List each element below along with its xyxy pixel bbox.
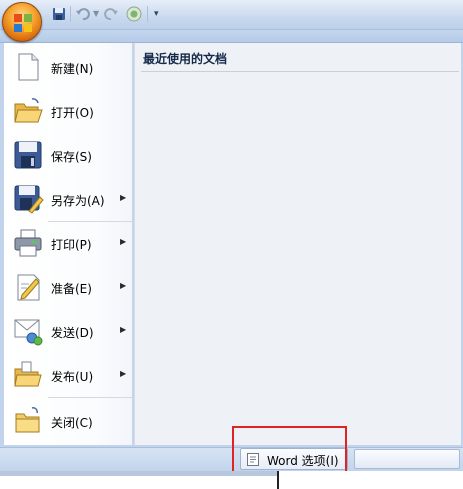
undo-dropdown-icon[interactable]: ▼ — [93, 4, 101, 24]
printer-icon — [14, 229, 42, 257]
menu-item-save[interactable]: 保存(S) — [4, 135, 133, 175]
menu-item-label: 保存(S) — [51, 150, 92, 164]
save-as-icon — [14, 185, 44, 214]
menu-separator — [48, 221, 132, 222]
menu-item-new[interactable]: 新建(N) — [4, 47, 133, 87]
submenu-arrow-icon: ▶ — [120, 369, 127, 378]
word-options-icon — [247, 453, 259, 466]
submenu-arrow-icon: ▶ — [120, 325, 127, 334]
quick-save-icon[interactable] — [52, 4, 66, 24]
quick-action-circle-icon[interactable] — [126, 4, 142, 24]
office-logo-icon — [14, 14, 32, 32]
submenu-arrow-icon: ▶ — [120, 281, 127, 290]
prepare-icon — [17, 274, 40, 301]
menu-item-label: 发送(D) — [51, 326, 94, 340]
publish-icon — [14, 361, 42, 387]
menu-item-open[interactable]: 打开(O) — [4, 91, 133, 131]
recent-documents-divider — [141, 71, 459, 72]
menu-item-save-as[interactable]: 另存为(A) ▶ — [4, 179, 133, 219]
menu-item-label: 打开(O) — [51, 106, 94, 120]
exit-word-button[interactable] — [354, 449, 460, 469]
background-divider-line — [277, 471, 279, 489]
recent-documents-pane: 最近使用的文档 — [134, 43, 461, 445]
window-bottom-edge — [0, 471, 278, 476]
open-folder-icon — [14, 98, 43, 123]
quick-access-separator — [70, 6, 71, 22]
submenu-arrow-icon: ▶ — [120, 237, 127, 246]
menu-item-label: 准备(E) — [51, 282, 92, 296]
menu-item-prepare[interactable]: 准备(E) ▶ — [4, 267, 133, 307]
menu-item-label: 关闭(C) — [51, 416, 93, 430]
menu-item-publish[interactable]: 发布(U) ▶ — [4, 355, 133, 395]
office-button[interactable] — [2, 2, 42, 42]
menu-item-print[interactable]: 打印(P) ▶ — [4, 223, 133, 263]
menu-item-label: 另存为(A) — [51, 194, 105, 208]
menu-separator — [48, 397, 132, 398]
menu-item-label: 打印(P) — [51, 238, 92, 252]
office-menu-commands: 新建(N) 打开(O) 保存(S) 另存为(A) ▶ 打印(P) ▶ 准备(E)… — [4, 43, 133, 445]
menu-header-band — [0, 30, 463, 42]
word-options-label: Word 选项(I) — [267, 454, 339, 468]
submenu-arrow-icon: ▶ — [120, 193, 127, 202]
menu-item-label: 新建(N) — [51, 62, 94, 76]
save-disk-icon — [14, 141, 42, 169]
new-document-icon — [18, 53, 39, 81]
menu-item-label: 发布(U) — [51, 370, 94, 384]
customize-quick-access-icon[interactable]: ▾ — [154, 4, 164, 24]
recent-documents-title: 最近使用的文档 — [143, 52, 228, 66]
menu-item-send[interactable]: 发送(D) ▶ — [4, 311, 133, 351]
undo-icon[interactable] — [75, 4, 91, 24]
menu-item-close[interactable]: 关闭(C) — [4, 401, 133, 441]
quick-access-separator — [147, 6, 148, 22]
word-options-button[interactable]: Word 选项(I) — [240, 448, 348, 470]
redo-icon[interactable] — [103, 4, 119, 24]
close-folder-icon — [15, 407, 40, 433]
send-icon — [14, 319, 43, 346]
title-bar: ▼ ▾ — [0, 0, 463, 30]
